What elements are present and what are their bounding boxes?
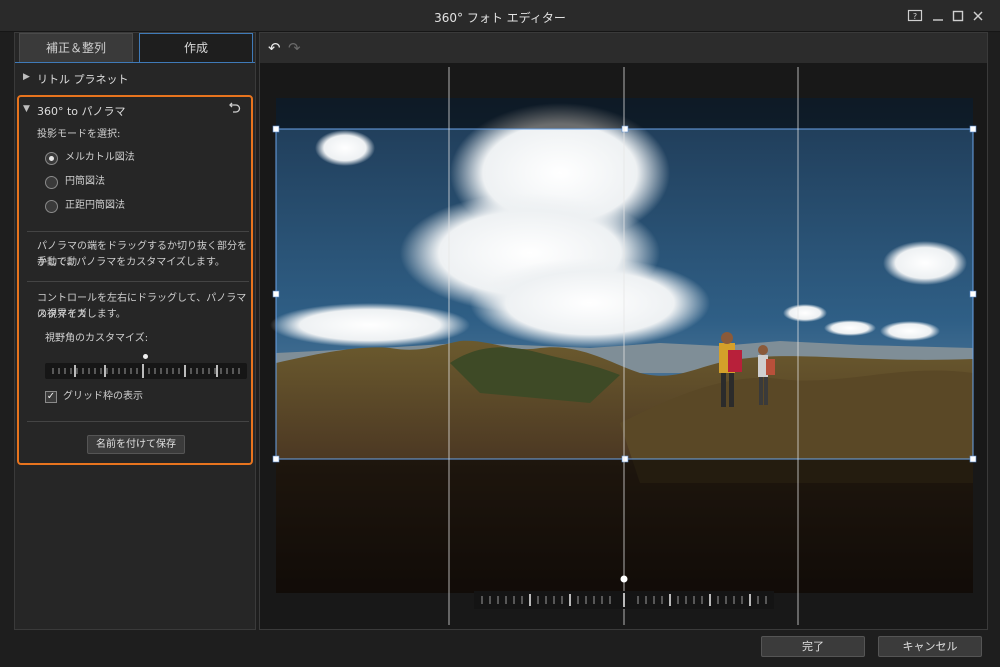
svg-text:?: ? bbox=[913, 12, 917, 21]
minimize-icon[interactable] bbox=[930, 8, 946, 24]
reset-icon[interactable] bbox=[227, 99, 243, 115]
panorama-image[interactable] bbox=[260, 63, 987, 629]
grid-checkbox[interactable]: ✓ bbox=[45, 391, 57, 403]
done-button[interactable]: 完了 bbox=[761, 636, 865, 657]
panorama-panel: ▼ 360° to パノラマ 投影モードを選択: メルカトル図法 円筒図法 正距… bbox=[17, 95, 253, 465]
radio-mercator[interactable] bbox=[45, 152, 58, 165]
fov-slider-ticks bbox=[52, 364, 240, 378]
chevron-right-icon: ▶ bbox=[23, 72, 30, 82]
grid-checkbox-label[interactable]: グリッド枠の表示 bbox=[63, 389, 143, 405]
radio-equirectangular-label[interactable]: 正距円筒図法 bbox=[65, 198, 125, 214]
tab-create[interactable]: 作成 bbox=[139, 33, 253, 63]
fov-slider-knob[interactable] bbox=[143, 354, 148, 359]
cancel-button[interactable]: キャンセル bbox=[878, 636, 982, 657]
toolbar: ↶ ↷ bbox=[260, 33, 987, 63]
crop-description-line2: かして、パノラマをカスタマイズします。 bbox=[37, 257, 225, 268]
section-panorama[interactable]: ▼ 360° to パノラマ bbox=[19, 97, 251, 123]
divider bbox=[27, 421, 249, 422]
close-icon[interactable] bbox=[970, 8, 986, 24]
chevron-down-icon: ▼ bbox=[23, 104, 30, 114]
fov-label: 視野角のカスタマイズ: bbox=[45, 333, 149, 344]
fov-description-line2: スタマイズします。 bbox=[37, 309, 126, 320]
tab-correct-align[interactable]: 補正＆整列 bbox=[19, 33, 133, 63]
projection-mode-label: 投影モードを選択: bbox=[37, 129, 121, 140]
radio-mercator-label[interactable]: メルカトル図法 bbox=[65, 150, 135, 166]
tab-underline bbox=[15, 62, 255, 63]
fov-slider[interactable] bbox=[45, 363, 247, 379]
left-panel: 補正＆整列 作成 ▶ リトル プラネット ▼ 360° to パノラマ 投影モー… bbox=[14, 32, 256, 630]
section-little-planet[interactable]: ▶ リトル プラネット bbox=[15, 65, 255, 91]
divider bbox=[27, 231, 249, 232]
radio-cylindrical[interactable] bbox=[45, 176, 58, 189]
title-bar: 360° フォト エディター ? bbox=[0, 0, 1000, 32]
redo-icon[interactable]: ↷ bbox=[288, 39, 301, 57]
help-icon[interactable]: ? bbox=[907, 8, 923, 24]
rotation-knob[interactable] bbox=[620, 575, 628, 583]
section-panorama-label: 360° to パノラマ bbox=[37, 105, 126, 118]
undo-icon[interactable]: ↶ bbox=[268, 39, 281, 57]
section-little-planet-label: リトル プラネット bbox=[37, 73, 129, 86]
radio-cylindrical-label[interactable]: 円筒図法 bbox=[65, 174, 105, 190]
preview-area: ↶ ↷ bbox=[259, 32, 988, 630]
divider bbox=[27, 281, 249, 282]
tab-bar: 補正＆整列 作成 bbox=[19, 33, 253, 63]
maximize-icon[interactable] bbox=[950, 8, 966, 24]
window-title: 360° フォト エディター bbox=[434, 11, 566, 25]
panorama-canvas[interactable] bbox=[260, 63, 987, 629]
radio-equirectangular[interactable] bbox=[45, 200, 58, 213]
save-as-button[interactable]: 名前を付けて保存 bbox=[87, 435, 185, 454]
